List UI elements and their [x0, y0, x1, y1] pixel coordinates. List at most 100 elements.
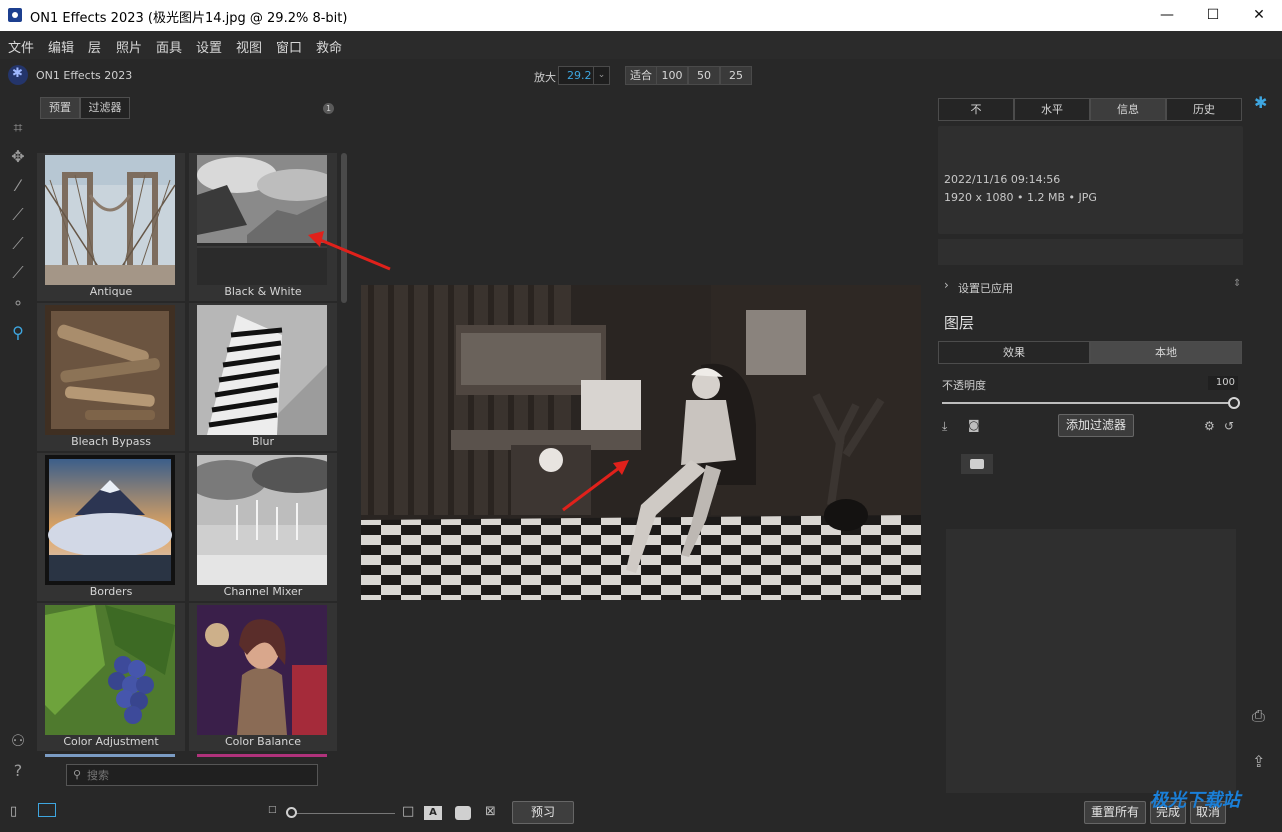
- tab-effects[interactable]: 效果: [938, 341, 1090, 364]
- brush-icon[interactable]: ⟋: [8, 205, 28, 225]
- bleach-bypass-thumbnail: [45, 305, 175, 435]
- move-icon[interactable]: ✥: [8, 147, 28, 167]
- maximize-button[interactable]: ☐: [1190, 0, 1236, 31]
- menu-window[interactable]: 窗口: [276, 37, 302, 56]
- preset-borders[interactable]: Borders: [37, 453, 185, 601]
- small-thumb-icon[interactable]: □: [268, 805, 277, 815]
- share-icon[interactable]: ⇪: [1252, 752, 1265, 771]
- magic-wand-icon[interactable]: ⁄: [8, 176, 28, 196]
- opacity-value[interactable]: 100: [1208, 376, 1238, 390]
- opacity-slider-handle[interactable]: [1228, 397, 1240, 409]
- menu-bar: 文件 编辑 层 照片 面具 设置 视图 窗口 救命: [0, 31, 1282, 59]
- text-overlay-icon[interactable]: A: [424, 806, 442, 820]
- zoom-25-button[interactable]: 25: [720, 66, 752, 85]
- opacity-slider[interactable]: [942, 402, 1234, 404]
- retouch-icon[interactable]: ∘: [8, 293, 28, 313]
- search-icon: ⚲: [73, 768, 82, 781]
- add-filter-button[interactable]: 添加过滤器: [1058, 414, 1134, 437]
- info-tabs: 不 水平 信息 历史: [938, 98, 1242, 121]
- compare-icon[interactable]: ⊠: [485, 804, 496, 819]
- zoom-100-button[interactable]: 100: [656, 66, 688, 85]
- updown-icon: ⇕: [1233, 278, 1242, 289]
- mask-icon[interactable]: ◙: [968, 418, 980, 432]
- menu-file[interactable]: 文件: [8, 37, 34, 56]
- menu-help[interactable]: 救命: [316, 37, 342, 56]
- tab-info[interactable]: 信息: [1090, 98, 1166, 121]
- next-preset-peek: [197, 754, 327, 757]
- on1-sync-icon[interactable]: ✱: [1254, 93, 1267, 112]
- thumbnail-size-handle[interactable]: [286, 807, 297, 818]
- zoom-value-field[interactable]: 29.2: [558, 66, 594, 85]
- preset-color-balance[interactable]: Color Balance: [189, 603, 337, 751]
- import-icon[interactable]: ⤓: [942, 419, 947, 434]
- mask-view-icon[interactable]: [455, 806, 471, 820]
- preset-label: Borders: [89, 585, 133, 598]
- channel-mixer-thumbnail: [197, 455, 327, 585]
- window-title: ON1 Effects 2023 (极光图片14.jpg @ 29.2% 8-b…: [30, 11, 348, 26]
- image-canvas[interactable]: [361, 285, 921, 600]
- reset-all-button[interactable]: 重置所有: [1084, 801, 1146, 824]
- title-bar: ON1 Effects 2023 (极光图片14.jpg @ 29.2% 8-b…: [0, 0, 1282, 31]
- menu-edit[interactable]: 编辑: [48, 37, 74, 56]
- right-panel: 不 水平 信息 历史 2022/11/16 09:14:56 1920 x 10…: [934, 93, 1248, 803]
- preset-antique[interactable]: Antique: [37, 153, 185, 301]
- info-meta: 1920 x 1080 • 1.2 MB • JPG: [944, 191, 1097, 204]
- settings-applied-row[interactable]: › 设置已应用 ⇕: [938, 276, 1243, 298]
- tab-none[interactable]: 不: [938, 98, 1014, 121]
- preset-label: Black & White: [224, 285, 302, 298]
- tab-filters[interactable]: 过滤器: [80, 97, 130, 119]
- zoom-label: 放大: [534, 71, 556, 84]
- thumbnail-size-slider[interactable]: [291, 813, 395, 814]
- tool-bar: ⌗ ✥ ⁄ ⟋ ⟋ ⟋ ∘ ⚲ ⚇ ?: [0, 91, 36, 801]
- zoom-hand-icon[interactable]: ⚲: [8, 323, 28, 343]
- panel-toggle-icon[interactable]: ▯: [10, 804, 17, 819]
- photo-preview: [361, 285, 921, 600]
- close-button[interactable]: ✕: [1236, 0, 1282, 31]
- print-icon[interactable]: ⎙: [1252, 706, 1265, 726]
- reset-icon[interactable]: ↺: [1224, 419, 1234, 433]
- help-icon[interactable]: ?: [8, 761, 28, 781]
- view-toggle-icon[interactable]: [38, 803, 56, 817]
- zoom-fit-button[interactable]: 适合: [625, 66, 657, 85]
- blur-thumbnail: [197, 305, 327, 435]
- browser-panel: 预置 过滤器 1 Antique Black & White Bleach By…: [36, 93, 348, 796]
- layers-title: 图层: [944, 314, 975, 332]
- preview-button[interactable]: 预习: [512, 801, 574, 824]
- account-icon[interactable]: ⚇: [8, 731, 28, 751]
- info-badge[interactable]: 1: [323, 103, 334, 114]
- navigator-pane: [946, 529, 1236, 793]
- preset-blur[interactable]: Blur: [189, 303, 337, 451]
- tab-presets[interactable]: 预置: [40, 97, 80, 119]
- menu-layer[interactable]: 层: [88, 37, 101, 56]
- antique-thumbnail: [45, 155, 175, 285]
- minimize-button[interactable]: —: [1144, 0, 1190, 31]
- zoom-dropdown-icon[interactable]: ⌄: [594, 66, 610, 85]
- tab-levels[interactable]: 水平: [1014, 98, 1090, 121]
- layer-mask-thumbnail[interactable]: [961, 454, 993, 474]
- app-icon: [8, 8, 22, 22]
- large-thumb-icon[interactable]: □: [402, 804, 414, 819]
- tab-history[interactable]: 历史: [1166, 98, 1242, 121]
- layer-tabs: 效果 本地: [938, 341, 1242, 364]
- search-input[interactable]: [87, 767, 307, 783]
- bottom-bar: ▯ □ □ A ⊠ 预习 重置所有 完成 取消: [0, 796, 1282, 832]
- refine-brush-icon[interactable]: ⟋: [8, 263, 28, 283]
- menu-mask[interactable]: 面具: [156, 37, 182, 56]
- gear-icon[interactable]: ⚙: [1204, 419, 1215, 433]
- preset-label: Bleach Bypass: [71, 435, 151, 448]
- app-name: ON1 Effects 2023: [36, 69, 133, 82]
- preset-channel-mixer[interactable]: Channel Mixer: [189, 453, 337, 601]
- preset-bleach-bypass[interactable]: Bleach Bypass: [37, 303, 185, 451]
- info-date: 2022/11/16 09:14:56: [944, 173, 1061, 186]
- menu-view[interactable]: 视图: [236, 37, 262, 56]
- color-adjustment-thumbnail: [45, 605, 175, 735]
- menu-photo[interactable]: 照片: [116, 37, 142, 56]
- zoom-50-button[interactable]: 50: [688, 66, 720, 85]
- masking-brush-icon[interactable]: ⟋: [8, 234, 28, 254]
- crop-icon[interactable]: ⌗: [8, 118, 28, 138]
- tab-local[interactable]: 本地: [1090, 341, 1242, 364]
- search-box[interactable]: ⚲: [66, 764, 318, 786]
- preset-color-adjustment[interactable]: Color Adjustment: [37, 603, 185, 751]
- menu-settings[interactable]: 设置: [196, 37, 222, 56]
- preset-label: Blur: [251, 435, 275, 448]
